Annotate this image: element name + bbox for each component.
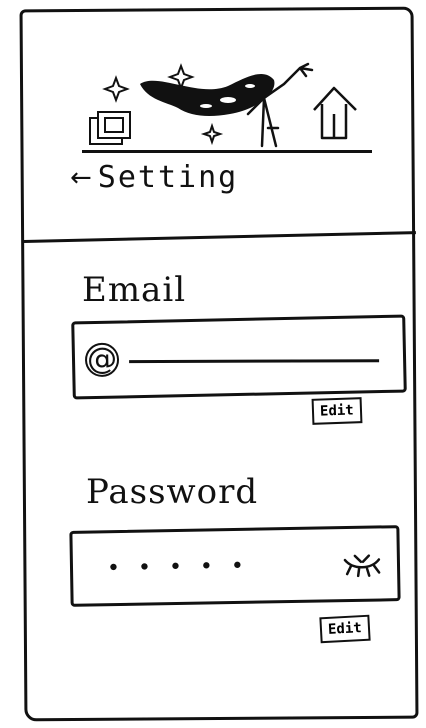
password-edit-button[interactable]: Edit bbox=[319, 614, 371, 644]
email-value[interactable] bbox=[129, 358, 380, 363]
password-field[interactable]: ••••• bbox=[69, 525, 401, 607]
eye-closed-icon[interactable] bbox=[341, 549, 383, 578]
sparkle-icon bbox=[102, 75, 130, 103]
email-label: Email bbox=[82, 270, 187, 310]
password-value[interactable]: ••••• bbox=[107, 552, 341, 581]
email-field[interactable]: @ bbox=[71, 314, 407, 400]
header-illustration bbox=[89, 62, 357, 148]
at-icon: @ bbox=[84, 341, 120, 378]
header-divider bbox=[82, 150, 372, 153]
swoosh-illustration bbox=[140, 73, 275, 116]
email-edit-button[interactable]: Edit bbox=[311, 397, 363, 425]
page-title: Setting bbox=[97, 160, 239, 195]
sparkle-icon bbox=[200, 122, 224, 146]
arrow-left-icon[interactable]: ← bbox=[70, 165, 92, 191]
password-label: Password bbox=[86, 472, 259, 512]
back-button[interactable]: ← Setting bbox=[70, 160, 238, 195]
